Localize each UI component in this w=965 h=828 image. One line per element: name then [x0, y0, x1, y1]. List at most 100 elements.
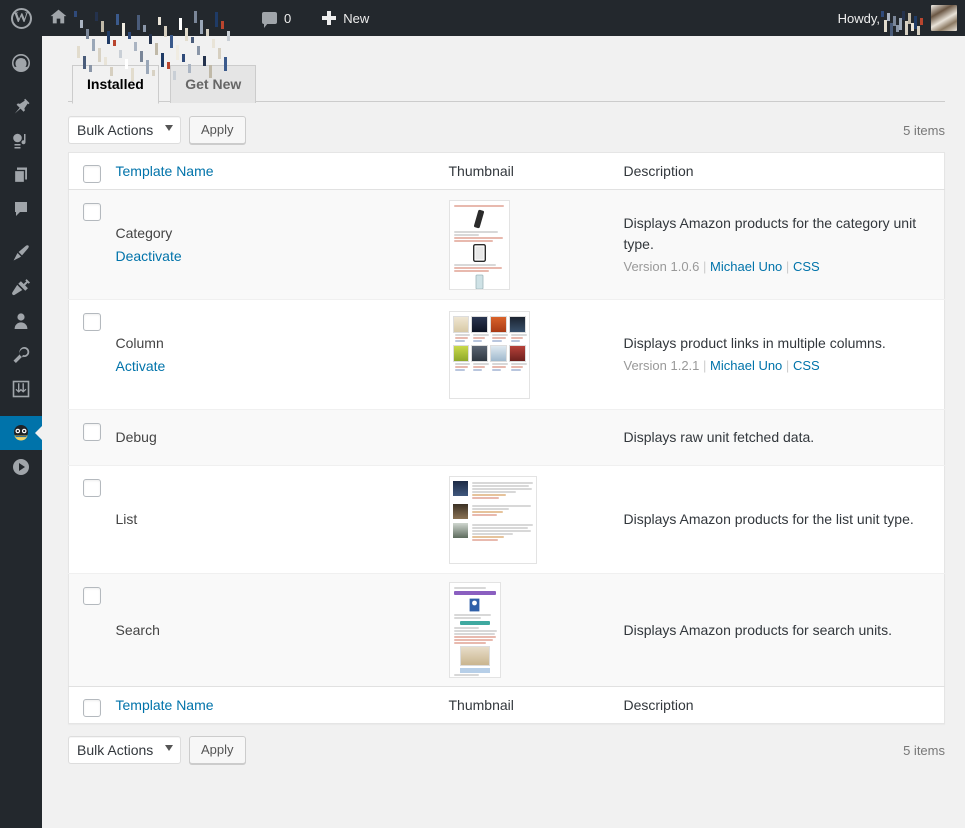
my-account-menu[interactable]: Howdy,	[830, 0, 957, 37]
wordpress-logo-menu[interactable]: W	[0, 0, 42, 36]
table-footer-row: Template Name Thumbnail Description	[68, 686, 945, 724]
select-all-checkbox-bottom[interactable]	[83, 699, 101, 717]
plus-icon	[321, 10, 337, 26]
search-template-preview[interactable]	[448, 582, 501, 678]
media-icon	[11, 131, 31, 151]
sidebar-item-appearance[interactable]	[0, 236, 42, 270]
sidebar-item-amazon-auto-links[interactable]	[0, 416, 43, 450]
menu-spacer-top	[0, 36, 42, 46]
site-title-redacted	[74, 10, 230, 81]
column-template-preview[interactable]	[448, 310, 530, 399]
admin-sidebar-menu	[0, 36, 43, 828]
tablenav-top: Bulk Actions Apply 5 items	[68, 114, 945, 146]
column-header-name[interactable]: Template Name	[115, 152, 449, 190]
table-row: Category Deactivate Displays Amazon prod…	[68, 189, 945, 300]
admin-content: Installed Get New Bulk Actions Apply 5 i…	[42, 36, 965, 828]
menu-spacer-3	[0, 406, 42, 416]
select-all-header-bottom[interactable]	[68, 686, 116, 724]
new-label: New	[343, 10, 370, 26]
column-footer-name[interactable]: Template Name	[115, 686, 449, 724]
sidebar-item-users[interactable]	[0, 304, 42, 338]
menu-spacer-1	[0, 80, 42, 90]
category-template-preview[interactable]	[448, 199, 510, 290]
table-body: Category Deactivate Displays Amazon prod…	[68, 189, 945, 687]
menu-spacer-2	[0, 226, 42, 236]
pages-icon	[11, 165, 31, 185]
row-description-cell: Displays Amazon products for the list un…	[624, 466, 945, 574]
template-author-link[interactable]: Michael Uno	[710, 259, 782, 274]
comment-bubble-icon	[262, 12, 277, 28]
template-name: Column	[115, 334, 164, 351]
row-thumbnail-cell	[448, 190, 624, 300]
sidebar-item-tools[interactable]	[0, 338, 42, 372]
row-name-cell: Category Deactivate	[116, 190, 449, 300]
new-content-menu[interactable]: New	[313, 0, 377, 36]
chevron-down-icon	[165, 745, 173, 751]
row-description-cell: Displays product links in multiple colum…	[624, 300, 945, 410]
select-all-checkbox-top[interactable]	[83, 165, 101, 183]
row-thumbnail-cell	[448, 466, 624, 574]
template-name: Search	[115, 621, 160, 638]
deactivate-link[interactable]: Deactivate	[116, 248, 182, 264]
table-row: List Displays Amazon products for the li…	[68, 465, 945, 574]
sidebar-item-settings[interactable]	[0, 372, 42, 406]
template-css-link[interactable]: CSS	[793, 358, 820, 373]
template-css-link[interactable]: CSS	[793, 259, 820, 274]
row-actions: Deactivate	[116, 246, 439, 267]
row-select-cell[interactable]	[69, 466, 116, 574]
row-thumbnail-cell	[448, 574, 624, 687]
plugins-plug-icon	[11, 277, 31, 297]
row-description-cell: Displays Amazon products for search unit…	[624, 574, 945, 687]
bulk-actions-select-top[interactable]: Bulk Actions	[68, 116, 181, 144]
sidebar-item-posts[interactable]	[0, 90, 42, 124]
row-checkbox[interactable]	[83, 587, 101, 605]
row-checkbox[interactable]	[83, 313, 101, 331]
row-select-cell[interactable]	[69, 190, 116, 300]
template-description: Displays Amazon products for search unit…	[623, 621, 892, 638]
template-name: Category	[115, 224, 173, 241]
sidebar-item-comments[interactable]	[0, 192, 42, 226]
template-version: Version 1.2.1	[623, 358, 700, 374]
table-foot: Template Name Thumbnail Description	[68, 686, 945, 724]
row-select-cell[interactable]	[69, 300, 116, 410]
select-all-header-top[interactable]	[68, 152, 116, 190]
comments-icon	[11, 199, 31, 219]
sidebar-item-dashboard[interactable]	[0, 46, 42, 80]
bulk-actions-select-bottom[interactable]: Bulk Actions	[68, 736, 181, 764]
table-head: Template Name Thumbnail Description	[68, 152, 945, 190]
template-description: Displays Amazon products for the categor…	[623, 214, 917, 252]
nav-tab-wrapper: Installed Get New	[68, 58, 945, 104]
sidebar-item-pages[interactable]	[0, 158, 42, 192]
home-icon	[50, 9, 67, 27]
template-name: Debug	[115, 429, 157, 445]
site-name-menu[interactable]	[42, 0, 238, 81]
row-thumbnail-cell	[448, 300, 624, 410]
table-row: Search Displays Amazon products for sear…	[68, 573, 945, 687]
apply-button-bottom[interactable]: Apply	[189, 736, 246, 764]
template-meta: Version 1.0.6 | Michael Uno | CSS	[624, 257, 925, 277]
row-checkbox[interactable]	[83, 423, 101, 441]
list-template-preview[interactable]	[448, 475, 537, 564]
pin-posts-icon	[11, 97, 31, 117]
row-select-cell[interactable]	[69, 410, 116, 466]
apply-button-top[interactable]: Apply	[189, 116, 246, 144]
wordpress-logo-icon: W	[10, 7, 32, 29]
sidebar-item-media-player[interactable]	[0, 450, 42, 484]
bulk-actions-label: Bulk Actions	[77, 122, 154, 138]
settings-sliders-icon	[11, 379, 31, 399]
row-description-cell: Displays raw unit fetched data.	[624, 410, 945, 466]
column-footer-name-link[interactable]: Template Name	[116, 697, 214, 713]
row-checkbox[interactable]	[83, 203, 101, 221]
sidebar-item-media[interactable]	[0, 124, 42, 158]
activate-link[interactable]: Activate	[116, 358, 166, 374]
tab-get-new[interactable]: Get New	[170, 65, 257, 103]
appearance-brush-icon	[11, 243, 31, 263]
template-author-link[interactable]: Michael Uno	[710, 358, 782, 373]
sidebar-item-plugins[interactable]	[0, 270, 42, 304]
row-checkbox[interactable]	[83, 479, 101, 497]
column-header-name-link[interactable]: Template Name	[116, 163, 214, 179]
templates-table: Template Name Thumbnail Description Cate…	[68, 152, 945, 724]
table-header-row: Template Name Thumbnail Description	[68, 152, 945, 190]
comments-menu[interactable]: 0	[254, 0, 299, 36]
row-select-cell[interactable]	[69, 574, 116, 687]
